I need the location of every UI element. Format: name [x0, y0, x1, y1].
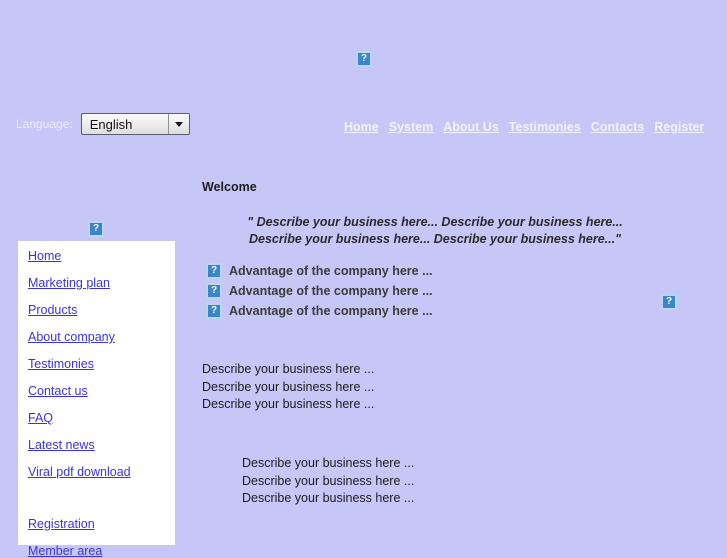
- sidebar: Home Marketing plan Products About compa…: [18, 241, 175, 558]
- advantages-list: Advantage of the company here ... Advant…: [206, 263, 433, 323]
- bullet-broken-image-icon: [206, 283, 222, 299]
- sidebar-item-faq[interactable]: FAQ: [28, 411, 175, 425]
- body-paragraph-2: Describe your business here ... Describe…: [242, 455, 414, 508]
- nav-item-system[interactable]: System: [389, 120, 433, 134]
- bullet-broken-image-icon: [206, 263, 222, 279]
- top-navigation: Home System About Us Testimonies Contact…: [344, 120, 704, 134]
- advantage-label: Advantage of the company here ...: [229, 304, 433, 318]
- quote-line-2: Describe your business here... Describe …: [248, 232, 622, 246]
- body-line: Describe your business here ...: [242, 473, 415, 488]
- sidebar-item-latest-news[interactable]: Latest news: [28, 438, 175, 452]
- sidebar-item-about-company[interactable]: About company: [28, 330, 175, 344]
- list-item: Advantage of the company here ...: [206, 303, 433, 319]
- language-select[interactable]: English: [80, 113, 190, 135]
- business-quote: " Describe your business here... Describ…: [200, 214, 670, 248]
- chevron-down-icon[interactable]: [167, 114, 189, 134]
- nav-item-about-us[interactable]: About Us: [443, 120, 499, 134]
- body-line: Describe your business here ...: [202, 362, 375, 376]
- bullet-broken-image-icon: [206, 303, 222, 319]
- sidebar-item-products[interactable]: Products: [28, 303, 175, 317]
- language-label: Language:: [16, 117, 73, 131]
- right-side-broken-image-icon: [661, 294, 677, 310]
- sidebar-item-marketing-plan[interactable]: Marketing plan: [28, 276, 175, 290]
- body-paragraph-1: Describe your business here ... Describe…: [202, 361, 374, 414]
- nav-item-register[interactable]: Register: [654, 120, 704, 134]
- sidebar-item-registration[interactable]: Registration: [28, 517, 175, 531]
- list-item: Advantage of the company here ...: [206, 283, 433, 299]
- language-bar: Language: English: [16, 113, 190, 135]
- body-line: Describe your business here ...: [202, 397, 375, 411]
- advantage-label: Advantage of the company here ...: [229, 284, 433, 298]
- list-item: Advantage of the company here ...: [206, 263, 433, 279]
- nav-item-contacts[interactable]: Contacts: [591, 120, 644, 134]
- body-line: Describe your business here ...: [242, 491, 415, 505]
- sidebar-divider: [28, 492, 175, 517]
- page-title: Welcome: [202, 180, 257, 195]
- body-line: Describe your business here ...: [242, 456, 415, 470]
- quote-line-1: " Describe your business here... Describ…: [247, 215, 623, 229]
- top-logo-icon: [356, 51, 372, 67]
- sidebar-item-contact-us[interactable]: Contact us: [28, 384, 175, 398]
- body-line: Describe your business here ...: [202, 379, 375, 394]
- language-select-value: English: [89, 116, 133, 132]
- sidebar-logo-icon: [88, 221, 104, 237]
- sidebar-item-home[interactable]: Home: [28, 249, 175, 263]
- nav-item-home[interactable]: Home: [344, 120, 379, 134]
- nav-item-testimonies[interactable]: Testimonies: [509, 120, 581, 134]
- sidebar-item-member-area[interactable]: Member area: [28, 544, 175, 558]
- sidebar-item-testimonies[interactable]: Testimonies: [28, 357, 175, 371]
- advantage-label: Advantage of the company here ...: [229, 264, 433, 278]
- sidebar-item-viral-pdf-download[interactable]: Viral pdf download: [28, 465, 175, 479]
